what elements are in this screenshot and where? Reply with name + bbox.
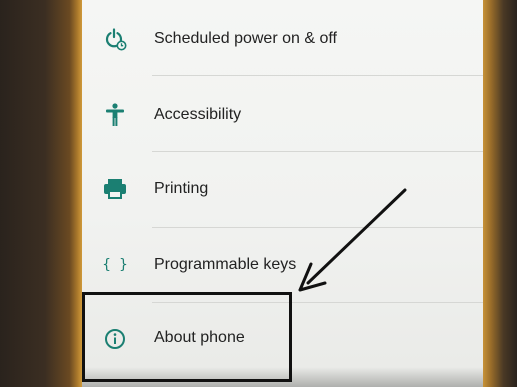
scheduled-power-icon xyxy=(100,24,130,54)
highlight-box xyxy=(82,292,292,382)
settings-item-label: Printing xyxy=(154,180,209,197)
settings-item-label: Scheduled power on & off xyxy=(154,30,337,47)
device-bezel-left xyxy=(0,0,82,387)
settings-item-accessibility[interactable]: Accessibility xyxy=(82,76,483,152)
settings-item-label: Accessibility xyxy=(154,106,242,123)
printer-icon xyxy=(100,174,130,204)
photo: Scheduled power on & off Accessibility P… xyxy=(0,0,517,387)
braces-icon: { } xyxy=(102,257,128,273)
accessibility-icon xyxy=(100,100,130,130)
settings-item-scheduled-power[interactable]: Scheduled power on & off xyxy=(82,0,483,76)
device-bezel-right xyxy=(483,0,517,387)
settings-item-label: Programmable keys xyxy=(154,256,297,273)
settings-item-printing[interactable]: Printing xyxy=(82,152,483,228)
